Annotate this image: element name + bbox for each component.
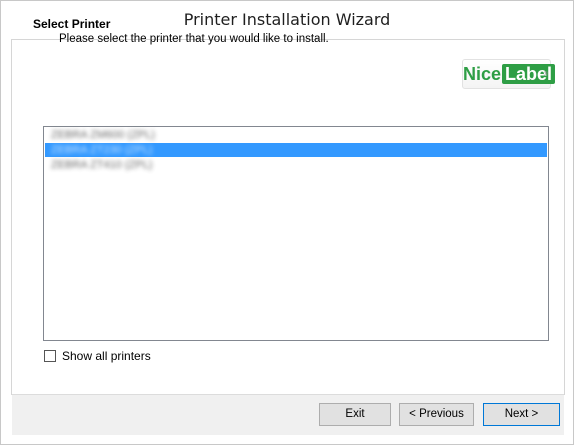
show-all-printers-label[interactable]: Show all printers (62, 349, 151, 363)
printer-name: ZEBRA ZT230 (ZPL) (51, 144, 153, 156)
printer-name: ZEBRA ZT410 (ZPL) (51, 159, 153, 171)
printer-list[interactable]: ZEBRA ZM600 (ZPL) ZEBRA ZT230 (ZPL) ZEBR… (43, 126, 549, 341)
printer-name: ZEBRA ZM600 (ZPL) (51, 129, 155, 141)
page-subtitle: Please select the printer that you would… (59, 33, 329, 45)
logo-registered-mark: ® (543, 72, 548, 78)
next-button[interactable]: Next > (483, 403, 560, 426)
wizard-window: Printer Installation Wizard Select Print… (0, 0, 574, 445)
show-all-printers-option[interactable]: Show all printers (44, 348, 151, 364)
page-title: Select Printer (33, 17, 111, 31)
list-item-selected[interactable]: ZEBRA ZT230 (ZPL) (45, 143, 547, 157)
logo-text-nice: Nice (463, 64, 502, 84)
show-all-printers-checkbox[interactable] (44, 350, 56, 362)
exit-button[interactable]: Exit (319, 403, 391, 426)
nicelabel-logo: Nice Label ® (462, 59, 556, 89)
list-item[interactable]: ZEBRA ZM600 (ZPL) (45, 128, 547, 142)
list-item[interactable]: ZEBRA ZT410 (ZPL) (45, 158, 547, 172)
previous-button[interactable]: < Previous (399, 403, 474, 426)
button-bar (12, 394, 564, 435)
